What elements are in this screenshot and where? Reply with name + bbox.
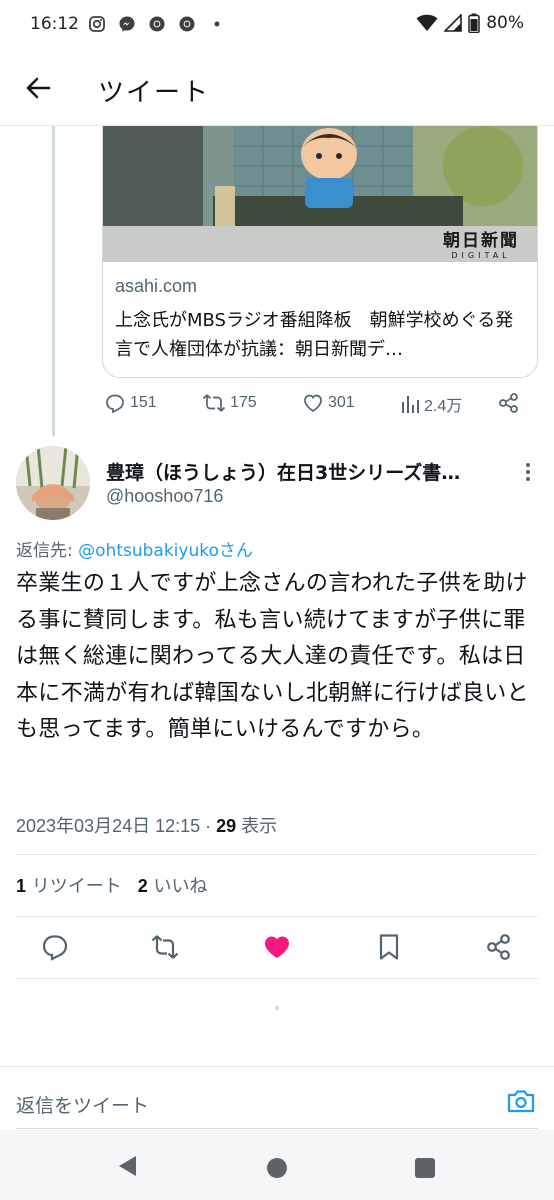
instagram-icon	[89, 16, 105, 32]
retweet-action[interactable]: 175	[202, 392, 257, 414]
parent-tweet-actions: 151 175 301 2.4万	[102, 390, 538, 420]
reply-count: 151	[130, 394, 157, 411]
view-label: 表示	[236, 816, 278, 836]
author-name[interactable]: 豊璋（ほうしょう）在日3世シリーズ書…	[106, 458, 506, 485]
camera-icon[interactable]	[506, 1087, 536, 1115]
messenger-icon	[119, 16, 135, 32]
reply-to-label: 返信先:	[16, 541, 79, 561]
battery-percent: 80%	[486, 13, 524, 33]
nav-back-icon[interactable]	[116, 1154, 138, 1178]
share-action[interactable]	[498, 392, 520, 414]
battery-icon	[468, 13, 480, 33]
status-bar: 16:12 80%	[0, 0, 554, 50]
app-bar: ツイート	[0, 52, 554, 126]
share-icon[interactable]	[484, 932, 514, 962]
like-stat[interactable]: 2 いいね	[138, 872, 208, 898]
status-right: 80%	[416, 13, 524, 33]
view-count: 29	[216, 816, 237, 836]
avatar-image	[16, 446, 90, 520]
divider	[16, 978, 538, 979]
more-options-icon[interactable]	[518, 460, 538, 484]
like-stat-count: 2	[137, 876, 148, 896]
dot-icon	[214, 21, 220, 27]
newspaper-logo-sub: DIGITAL	[451, 251, 511, 260]
reply-input[interactable]: 返信をツイート	[16, 1091, 149, 1118]
reply-to-line: 返信先: @ohtsubakiyukoさん	[16, 536, 253, 561]
loading-indicator	[275, 1006, 279, 1010]
tweet-timestamp: 2023年03月24日 12:15 · 29 表示	[16, 812, 277, 838]
link-card-domain: asahi.com	[115, 276, 198, 296]
tweet-text: 卒業生の１人ですが上念さんの言われた子供を助ける事に賛同します。私も言い続けてま…	[16, 571, 529, 742]
chrome-icon	[179, 16, 195, 32]
retweet-icon	[202, 394, 226, 412]
tweet-stats: 1 リツイート 2 いいね	[16, 872, 208, 898]
reply-icon[interactable]	[40, 932, 70, 962]
avatar[interactable]	[16, 446, 90, 520]
link-card-image: 朝日新聞 DIGITAL	[103, 126, 537, 262]
like-action[interactable]: 301	[302, 392, 355, 414]
link-card-title: 上念氏がMBSラジオ番組降板 朝鮮学校めぐる発言で人権団体が抗議：朝日新聞デ…	[115, 310, 514, 360]
like-stat-label: いいね	[147, 876, 208, 897]
thread-connector-line	[52, 126, 55, 436]
retweet-stat-count: 1	[16, 876, 27, 896]
newspaper-logo: 朝日新聞 DIGITAL	[443, 226, 519, 260]
status-time: 16:12	[30, 14, 79, 34]
tweet-actions	[0, 928, 554, 968]
analytics-icon	[402, 396, 419, 413]
link-card[interactable]: 朝日新聞 DIGITAL asahi.com 上念氏がMBSラジオ番組降板 朝鮮…	[102, 126, 538, 378]
page-title: ツイート	[98, 78, 211, 108]
chrome-icon	[149, 16, 165, 32]
newspaper-logo-name: 朝日新聞	[443, 231, 519, 251]
author-handle[interactable]: @hooshoo716	[106, 486, 223, 507]
retweet-count: 175	[230, 394, 257, 411]
notification-icons	[88, 15, 226, 33]
reply-to-mention[interactable]: @ohtsubakiyukoさん	[78, 541, 253, 561]
retweet-icon[interactable]	[150, 932, 180, 962]
heart-outline-icon	[304, 394, 322, 413]
reply-composer: 返信をツイート	[0, 1066, 554, 1129]
reply-icon	[106, 394, 124, 414]
nav-home-button[interactable]	[267, 1158, 287, 1178]
retweet-stat[interactable]: 1 リツイート	[16, 872, 122, 898]
back-arrow-icon[interactable]	[22, 72, 54, 104]
divider	[16, 854, 538, 855]
share-icon	[499, 393, 518, 413]
wifi-icon	[416, 14, 438, 32]
views-count: 2.4万	[424, 398, 463, 415]
reply-action[interactable]: 151	[104, 392, 157, 414]
signal-icon	[444, 14, 463, 32]
timestamp-date: 2023年03月24日 12:15 ·	[16, 816, 217, 836]
views-action[interactable]: 2.4万	[400, 392, 462, 416]
system-nav-bar	[0, 1130, 554, 1200]
nav-recents-button[interactable]	[415, 1158, 435, 1178]
heart-filled-icon[interactable]	[262, 932, 292, 962]
like-count: 301	[328, 394, 355, 411]
retweet-stat-label: リツイート	[26, 876, 122, 897]
composer-underline	[16, 1128, 538, 1129]
divider	[16, 916, 538, 917]
bookmark-icon[interactable]	[374, 932, 404, 962]
